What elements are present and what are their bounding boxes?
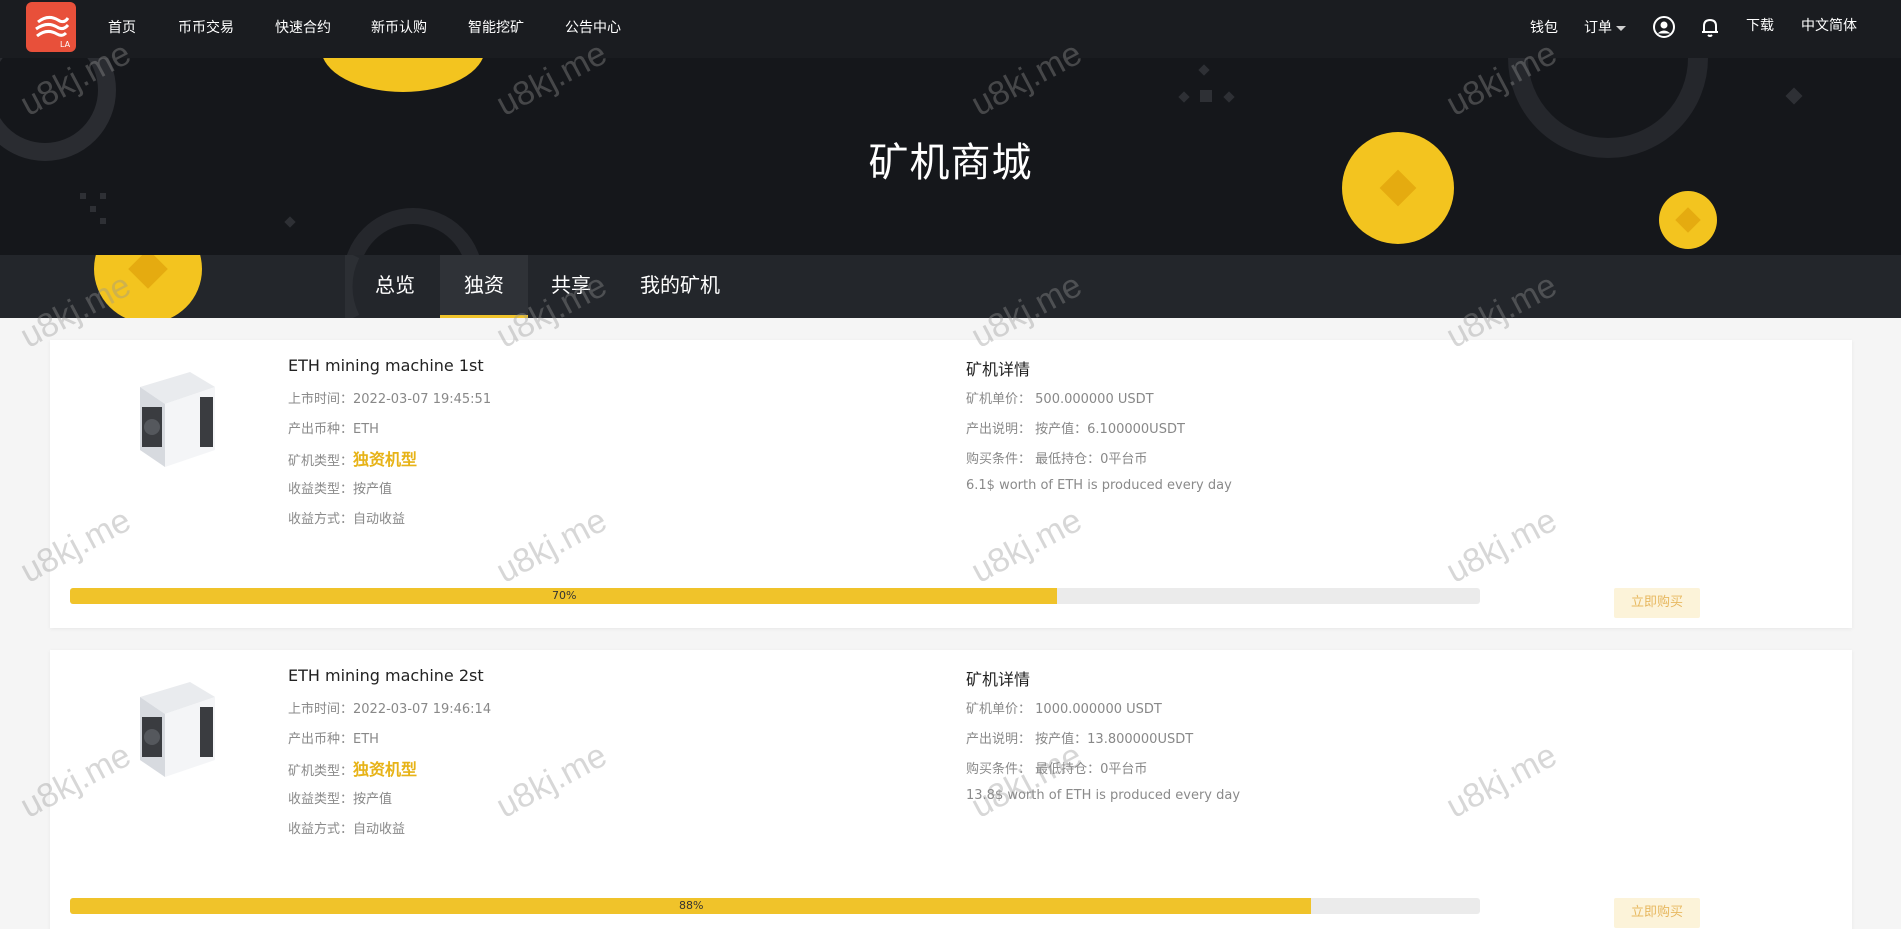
price-label: 矿机单价： <box>966 392 1032 407</box>
nav-orders-dropdown[interactable]: 订单 <box>1584 17 1626 37</box>
coin-row: 产出币种：ETH <box>288 728 379 747</box>
launch-time-row: 上市时间：2022-03-07 19:46:14 <box>288 698 491 717</box>
caret-down-icon <box>1616 25 1626 31</box>
hero-banner: 矿机商城 <box>0 58 1901 255</box>
launch-time-row: 上市时间：2022-03-07 19:45:51 <box>288 388 491 407</box>
mining-tab-bar: 总览 独资 共享 我的矿机 <box>0 255 1901 318</box>
nav-home[interactable]: 首页 <box>108 17 136 37</box>
miner-image <box>140 372 215 467</box>
price-row: 矿机单价： 500.000000 USDT <box>966 388 1154 407</box>
sales-progress-label: 70% <box>552 589 577 602</box>
output-description: 6.1$ worth of ETH is produced every day <box>966 478 1232 493</box>
tab-exclusive[interactable]: 独资 <box>440 255 528 318</box>
output-row: 产出说明： 按产值：13.800000USDT <box>966 728 1193 747</box>
nav-wallet[interactable]: 钱包 <box>1530 17 1558 37</box>
brand-logo-text: LA <box>60 40 71 49</box>
coin-row: 产出币种：ETH <box>288 418 379 437</box>
coin-value: ETH <box>353 732 379 747</box>
income-method-value: 自动收益 <box>353 512 406 527</box>
nav-spot-trading[interactable]: 币币交易 <box>178 17 234 37</box>
brand-logo[interactable]: LA <box>26 2 76 52</box>
nav-language-selector[interactable]: 中文简体 <box>1801 15 1857 35</box>
income-type-label: 收益类型： <box>288 792 354 807</box>
price-value: 500.000000 USDT <box>1035 392 1154 407</box>
miner-name: ETH mining machine 1st <box>288 356 484 375</box>
price-row: 矿机单价： 1000.000000 USDT <box>966 698 1162 717</box>
bell-icon[interactable] <box>1698 15 1722 39</box>
tab-shared[interactable]: 共享 <box>537 255 605 318</box>
condition-label: 购买条件： <box>966 452 1032 467</box>
coin-value: ETH <box>353 422 379 437</box>
miner-card: ETH mining machine 2st 上市时间：2022-03-07 1… <box>50 650 1852 929</box>
income-method-row: 收益方式：自动收益 <box>288 818 405 837</box>
coin-label: 产出币种： <box>288 732 354 747</box>
output-description: 13.8$ worth of ETH is produced every day <box>966 788 1241 803</box>
tab-overview[interactable]: 总览 <box>364 255 426 318</box>
sales-progress-label: 88% <box>679 899 704 912</box>
income-method-row: 收益方式：自动收益 <box>288 508 405 527</box>
nav-orders-label: 订单 <box>1584 20 1612 36</box>
user-circle-icon[interactable] <box>1652 15 1676 39</box>
sales-progress-bar: 70% <box>70 588 1480 604</box>
income-type-value: 按产值 <box>353 792 393 807</box>
condition-row: 购买条件： 最低持仓：0平台币 <box>966 758 1147 777</box>
condition-value: 最低持仓：0平台币 <box>1035 452 1148 467</box>
sales-progress-bar: 88% <box>70 898 1480 914</box>
launch-time-label: 上市时间： <box>288 702 354 717</box>
launch-time-value: 2022-03-07 19:46:14 <box>353 702 492 717</box>
nav-new-coin-subscription[interactable]: 新币认购 <box>371 17 427 37</box>
brand-logo-icon: LA <box>35 15 71 49</box>
tab-my-miners[interactable]: 我的矿机 <box>630 255 730 318</box>
price-value: 1000.000000 USDT <box>1035 702 1162 717</box>
income-method-label: 收益方式： <box>288 512 354 527</box>
output-value: 按产值：13.800000USDT <box>1035 732 1194 747</box>
machine-type-label: 矿机类型： <box>288 764 354 779</box>
machine-type-label: 矿机类型： <box>288 454 354 469</box>
income-type-row: 收益类型：按产值 <box>288 788 392 807</box>
buy-now-button[interactable]: 立即购买 <box>1614 588 1700 618</box>
machine-type-value: 独资机型 <box>353 450 418 469</box>
condition-row: 购买条件： 最低持仓：0平台币 <box>966 448 1147 467</box>
machine-type-row: 矿机类型：独资机型 <box>288 446 417 470</box>
income-method-value: 自动收益 <box>353 822 406 837</box>
output-label: 产出说明： <box>966 732 1032 747</box>
machine-type-value: 独资机型 <box>353 760 418 779</box>
miner-details-title: 矿机详情 <box>966 670 1031 689</box>
tabbar-decoration <box>94 255 202 318</box>
income-type-value: 按产值 <box>353 482 393 497</box>
coin-label: 产出币种： <box>288 422 354 437</box>
condition-label: 购买条件： <box>966 762 1032 777</box>
nav-smart-mining[interactable]: 智能挖矿 <box>468 17 524 37</box>
income-type-row: 收益类型：按产值 <box>288 478 392 497</box>
nav-announcements[interactable]: 公告中心 <box>565 17 621 37</box>
buy-now-button[interactable]: 立即购买 <box>1614 898 1700 928</box>
output-row: 产出说明： 按产值：6.100000USDT <box>966 418 1185 437</box>
nav-quick-contract[interactable]: 快速合约 <box>275 17 331 37</box>
miner-details-title: 矿机详情 <box>966 360 1031 379</box>
condition-value: 最低持仓：0平台币 <box>1035 762 1148 777</box>
income-type-label: 收益类型： <box>288 482 354 497</box>
machine-type-row: 矿机类型：独资机型 <box>288 756 417 780</box>
miner-name: ETH mining machine 2st <box>288 666 484 685</box>
top-navbar: LA 首页 币币交易 快速合约 新币认购 智能挖矿 公告中心 钱包 订单 下载 … <box>0 0 1901 58</box>
income-method-label: 收益方式： <box>288 822 354 837</box>
nav-download[interactable]: 下载 <box>1746 15 1774 35</box>
price-label: 矿机单价： <box>966 702 1032 717</box>
miner-card: ETH mining machine 1st 上市时间：2022-03-07 1… <box>50 340 1852 628</box>
output-value: 按产值：6.100000USDT <box>1035 422 1185 437</box>
launch-time-value: 2022-03-07 19:45:51 <box>353 392 492 407</box>
miner-image <box>140 682 215 777</box>
page-title: 矿机商城 <box>868 140 1033 186</box>
output-label: 产出说明： <box>966 422 1032 437</box>
launch-time-label: 上市时间： <box>288 392 354 407</box>
